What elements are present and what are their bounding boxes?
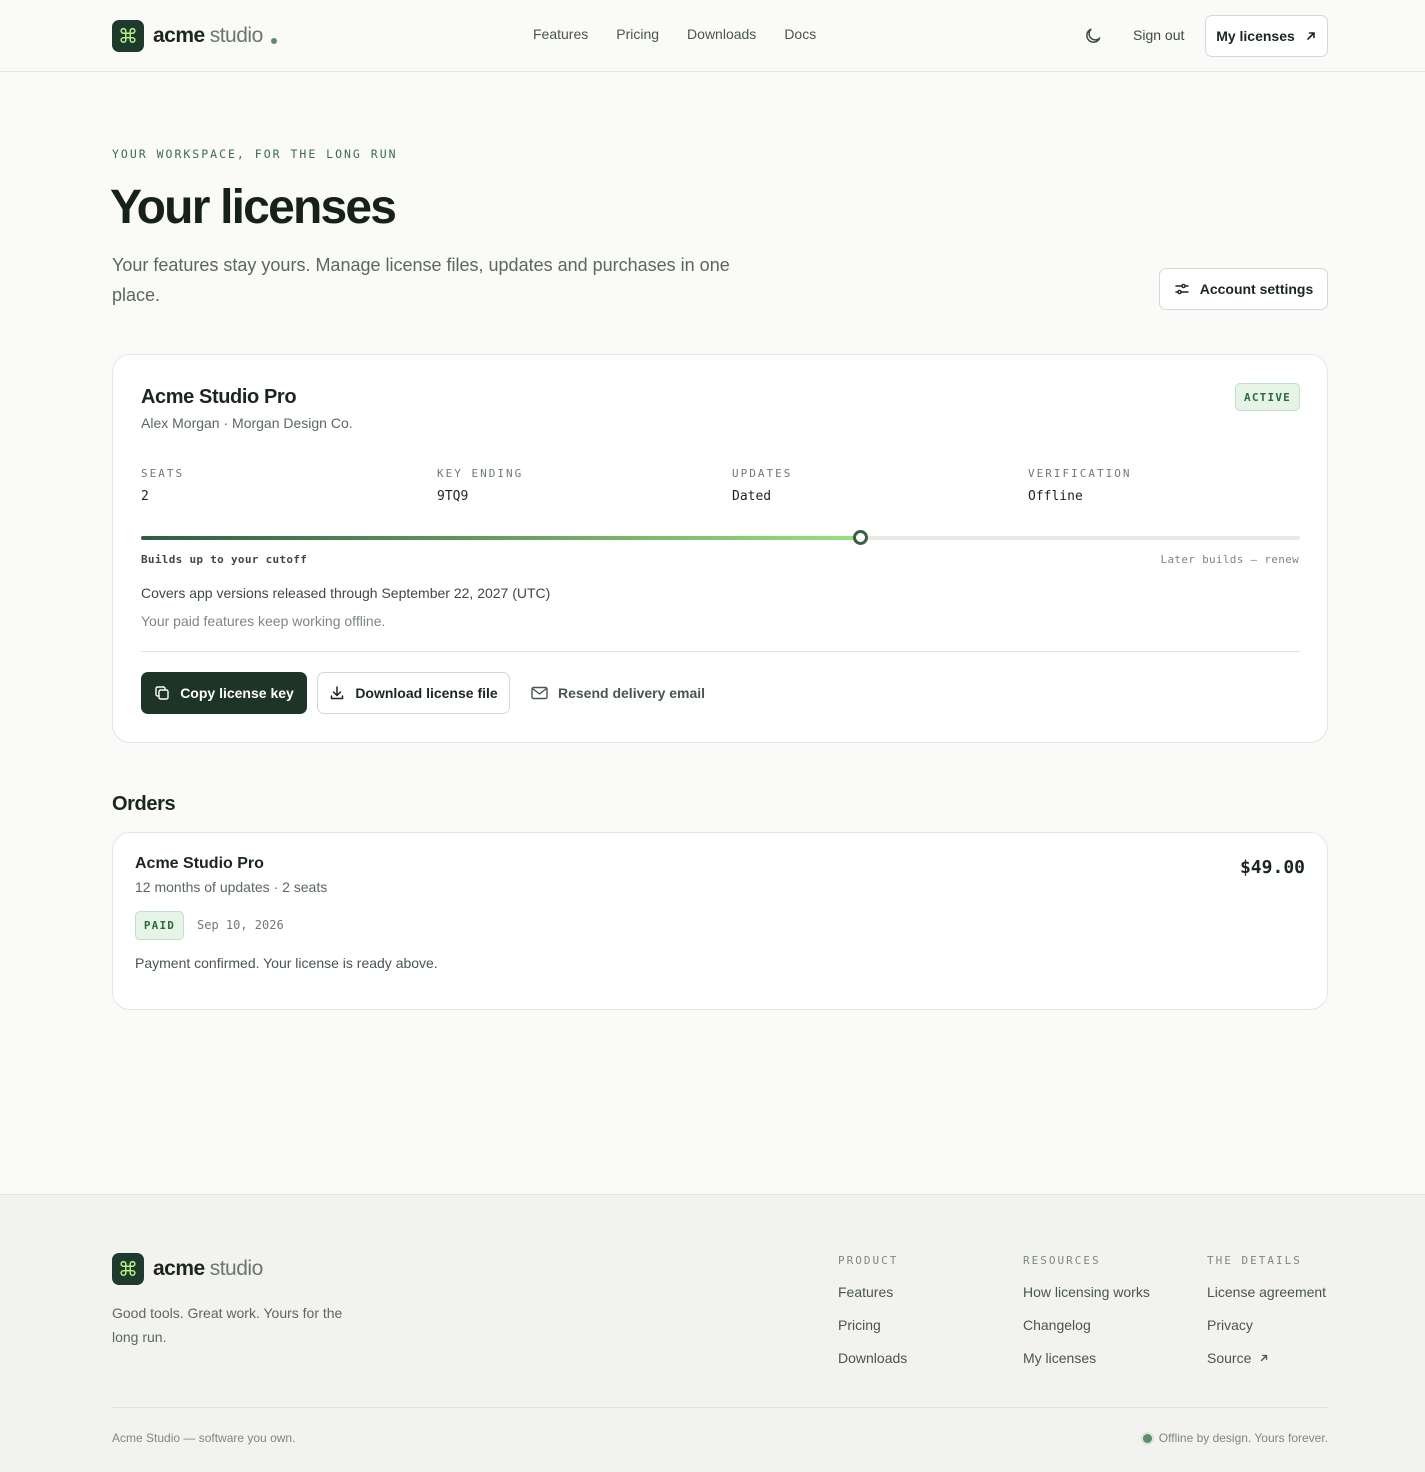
- order-price: $49.00: [1239, 857, 1305, 878]
- footer-col-title: THE DETAILS: [1207, 1254, 1302, 1267]
- nav-downloads[interactable]: Downloads: [687, 26, 756, 42]
- site-footer: ⌘ acme studio Good tools. Great work. You…: [0, 1194, 1425, 1472]
- coverage-text: Covers app versions released through Sep…: [141, 585, 551, 601]
- brand-logo[interactable]: ⌘ acme studio: [112, 20, 277, 52]
- download-license-file-label: Download license file: [355, 685, 498, 701]
- stat-label: VERIFICATION: [1028, 467, 1132, 480]
- footer-col-product: PRODUCT Features Pricing Downloads: [838, 1254, 907, 1366]
- nav-features[interactable]: Features: [533, 26, 588, 42]
- stat-label: SEATS: [141, 467, 185, 480]
- footer-col-title: PRODUCT: [838, 1254, 899, 1267]
- stat-value: Dated: [732, 489, 772, 504]
- page-eyebrow: YOUR WORKSPACE, FOR THE LONG RUN: [112, 147, 398, 161]
- footer-link-changelog[interactable]: Changelog: [1023, 1317, 1150, 1333]
- page-title: Your licenses: [110, 181, 397, 234]
- order-product-name: Acme Studio Pro: [135, 855, 264, 872]
- stat-verification: VERIFICATION Offline: [1028, 467, 1131, 504]
- my-licenses-label: My licenses: [1216, 28, 1295, 44]
- order-note: Payment confirmed. Your license is ready…: [135, 955, 438, 971]
- mail-icon: [531, 686, 548, 700]
- order-date: Sep 10, 2026: [197, 918, 284, 932]
- status-dot-icon: [1142, 1433, 1152, 1443]
- brand-light: studio: [209, 24, 264, 47]
- footer-link-source-label: Source: [1207, 1350, 1252, 1366]
- stat-label: KEY ENDING: [437, 467, 524, 480]
- download-icon: [331, 686, 344, 700]
- footer-divider: [112, 1407, 1328, 1408]
- footer-link-license-agreement[interactable]: License agreement: [1207, 1284, 1326, 1300]
- brand-light: studio: [209, 1257, 264, 1280]
- order-status-badge: PAID: [135, 911, 184, 940]
- cutoff-caption-left: Builds up to your cutoff: [141, 553, 308, 566]
- account-settings-button[interactable]: Account settings: [1159, 268, 1328, 310]
- license-owner: Alex Morgan · Morgan Design Co.: [141, 415, 353, 431]
- nav-docs[interactable]: Docs: [784, 26, 816, 42]
- order-card: Acme Studio Pro 12 months of updates · 2…: [112, 832, 1328, 1010]
- footer-link-privacy[interactable]: Privacy: [1207, 1317, 1326, 1333]
- copy-icon: [155, 686, 169, 700]
- orders-heading: Orders: [112, 793, 176, 815]
- brand-dot: [270, 38, 277, 44]
- order-meta: 12 months of updates · 2 seats: [135, 879, 328, 895]
- footer-col-resources: RESOURCES How licensing works Changelog …: [1023, 1254, 1150, 1366]
- resend-delivery-email-label: Resend delivery email: [558, 685, 706, 701]
- my-licenses-button[interactable]: My licenses: [1205, 15, 1328, 57]
- brand-wordmark: acme studio: [153, 24, 263, 48]
- status-badge: ACTIVE: [1235, 383, 1300, 411]
- footer-copyright: Acme Studio — software you own.: [112, 1431, 296, 1445]
- sliders-icon: [1175, 283, 1189, 295]
- stat-updates: UPDATES Dated: [732, 467, 792, 504]
- arrow-up-right-icon: [1261, 1354, 1268, 1362]
- stat-value: 9TQ9: [437, 489, 469, 504]
- page-subtitle: Your features stay yours. Manage license…: [112, 255, 730, 305]
- footer-col-title: RESOURCES: [1023, 1254, 1101, 1267]
- update-cutoff-track: [141, 530, 1300, 545]
- footer-link-pricing[interactable]: Pricing: [838, 1317, 907, 1333]
- copy-license-key-button[interactable]: Copy license key: [141, 672, 307, 714]
- command-icon: ⌘: [112, 20, 144, 52]
- stat-key-ending: KEY ENDING 9TQ9: [437, 467, 523, 504]
- footer-link-downloads[interactable]: Downloads: [838, 1350, 907, 1366]
- download-license-file-button[interactable]: Download license file: [317, 672, 510, 714]
- cutoff-caption-right: Later builds — renew: [1160, 553, 1299, 566]
- footer-brand-logo[interactable]: ⌘ acme studio: [112, 1253, 263, 1285]
- license-product-name: Acme Studio Pro: [141, 386, 297, 408]
- stat-value: Offline: [1028, 489, 1083, 504]
- resend-delivery-email-button[interactable]: Resend delivery email: [531, 672, 705, 714]
- stat-value: 2: [141, 489, 149, 504]
- footer-link-features[interactable]: Features: [838, 1284, 907, 1300]
- copy-license-key-label: Copy license key: [180, 685, 294, 701]
- footer-link-my-licenses[interactable]: My licenses: [1023, 1350, 1150, 1366]
- update-cutoff-fill: [141, 536, 860, 540]
- account-settings-label: Account settings: [1199, 281, 1314, 297]
- command-icon: ⌘: [112, 1253, 144, 1285]
- update-cutoff-marker: [852, 530, 868, 545]
- offline-note: Your paid features keep working offline.: [141, 613, 386, 629]
- nav-pricing[interactable]: Pricing: [616, 26, 659, 42]
- sign-out-link[interactable]: Sign out: [1133, 27, 1184, 43]
- footer-brand-wordmark: acme studio: [153, 1257, 263, 1281]
- footer-status-text: Offline by design. Yours forever.: [1158, 1431, 1328, 1445]
- license-card: Acme Studio Pro Alex Morgan · Morgan Des…: [112, 354, 1328, 743]
- site-header: ⌘ acme studio Features Pricing Downloads …: [0, 0, 1425, 72]
- footer-col-details: THE DETAILS License agreement Privacy So…: [1207, 1254, 1326, 1366]
- footer-status: Offline by design. Yours forever.: [1142, 1431, 1328, 1445]
- brand-bold: acme: [153, 1257, 205, 1280]
- moon-icon[interactable]: [1083, 26, 1103, 46]
- footer-tagline: Good tools. Great work. Yours for the lo…: [112, 1305, 343, 1345]
- stat-label: UPDATES: [732, 467, 793, 480]
- main-nav: Features Pricing Downloads Docs: [533, 26, 816, 42]
- footer-link-how-licensing-works[interactable]: How licensing works: [1023, 1284, 1150, 1300]
- arrow-up-right-icon: [1306, 32, 1315, 40]
- card-divider: [141, 651, 1300, 652]
- stat-seats: SEATS 2: [141, 467, 184, 504]
- footer-link-source[interactable]: Source: [1207, 1350, 1326, 1366]
- brand-bold: acme: [153, 24, 205, 47]
